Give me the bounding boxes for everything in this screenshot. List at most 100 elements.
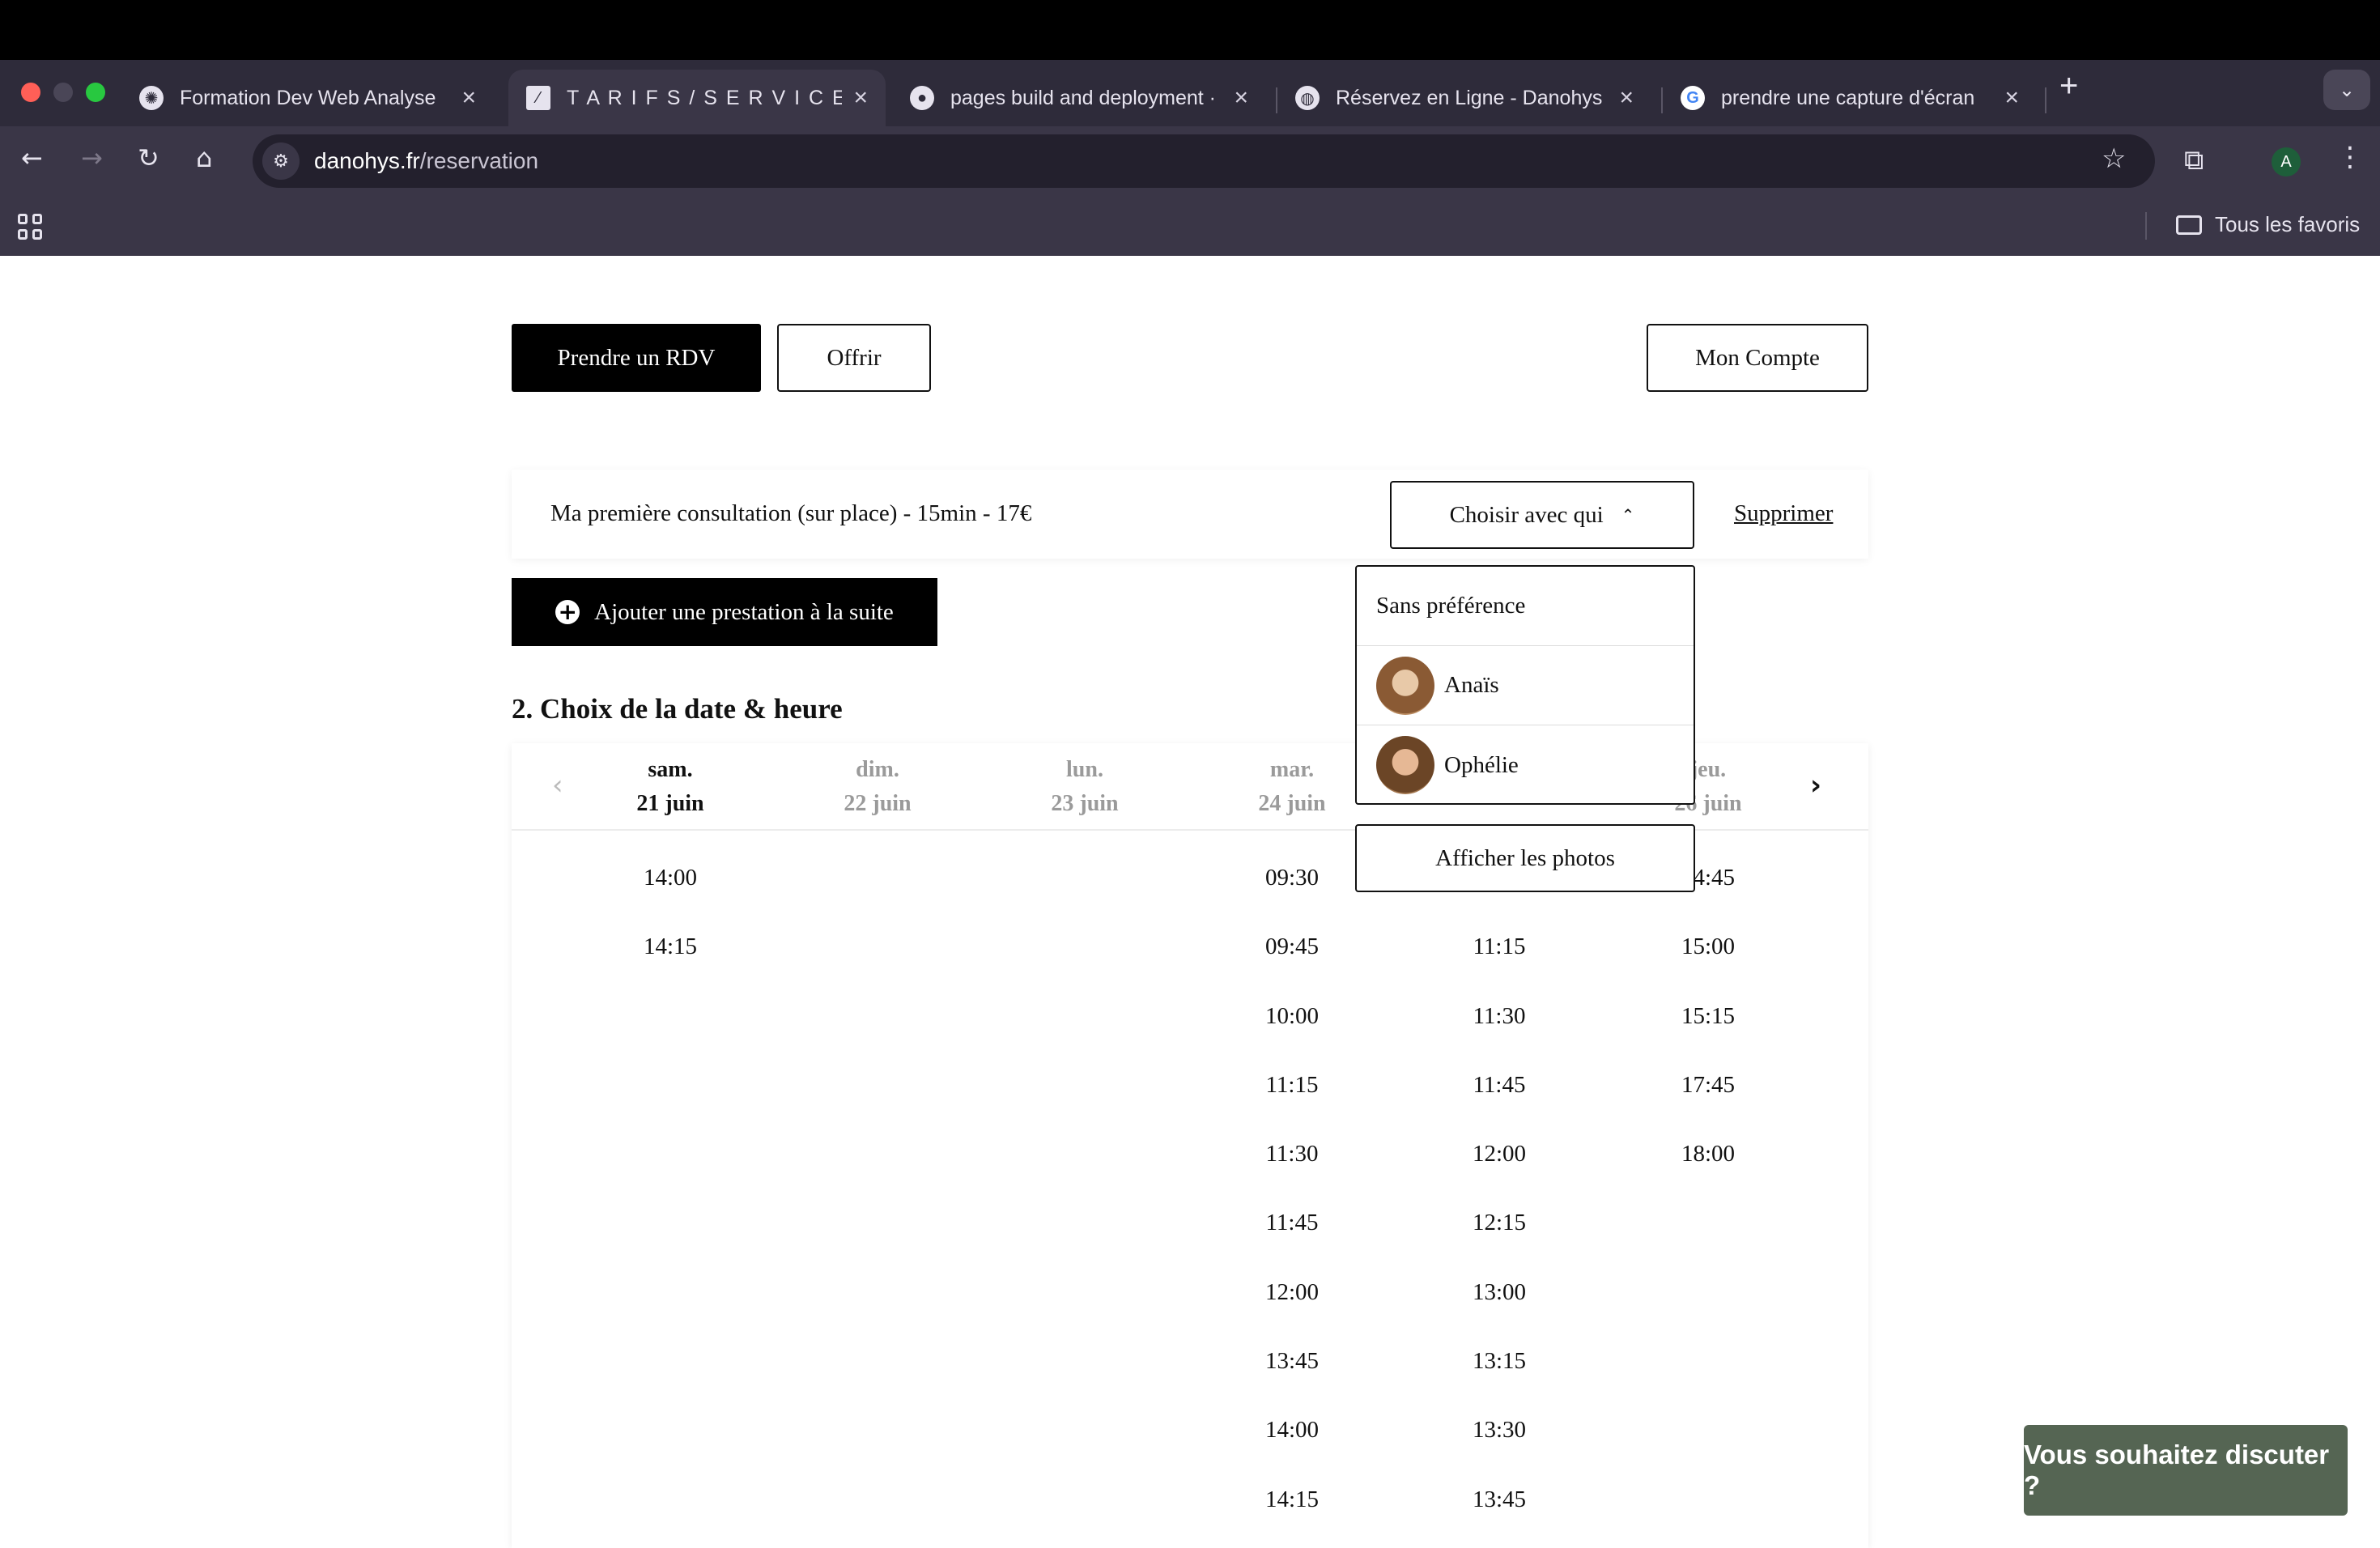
- tab-google[interactable]: G prendre une capture d'écran ×: [1663, 70, 2037, 126]
- day-date: 22 juin: [844, 791, 912, 816]
- minimize-window-button[interactable]: [53, 83, 73, 102]
- zoom-window-button[interactable]: [86, 83, 105, 102]
- add-service-label: Ajouter une prestation à la suite: [594, 598, 894, 625]
- tab-pages-build[interactable]: ● pages build and deployment · ×: [892, 70, 1266, 126]
- time-slot[interactable]: 11:15: [1434, 933, 1564, 1002]
- close-icon[interactable]: ×: [2004, 84, 2019, 112]
- time-slot[interactable]: 11:15: [1227, 1072, 1357, 1141]
- bookmarks-bar: [0, 196, 2380, 256]
- tab-tarifs[interactable]: ⁄ T A R I F S / S E R V I C E S | D ×: [508, 70, 886, 126]
- close-icon[interactable]: ×: [461, 84, 476, 112]
- day-date: 23 juin: [1051, 791, 1119, 816]
- slot-column: 14:00 14:15: [606, 865, 735, 1003]
- time-slot[interactable]: 11:30: [1434, 1003, 1564, 1072]
- profile-avatar[interactable]: A: [2272, 147, 2301, 176]
- tab-search-icon[interactable]: ⌄: [2323, 70, 2370, 110]
- choose-staff-select[interactable]: Choisir avec qui ⌃: [1390, 481, 1694, 549]
- globe-icon: ◍: [1295, 86, 1320, 110]
- extensions-icon[interactable]: ⧉: [2184, 144, 2204, 176]
- tab-separator: [2045, 87, 2046, 113]
- time-slot[interactable]: 11:45: [1434, 1072, 1564, 1141]
- gift-button[interactable]: Offrir: [777, 324, 931, 392]
- time-slot[interactable]: 13:15: [1434, 1348, 1564, 1417]
- address-bar[interactable]: ⚙ danohys.fr/reservation: [253, 134, 2155, 188]
- service-name: Ma première consultation (sur place) - 1…: [550, 500, 1032, 526]
- chevron-right-icon[interactable]: ›: [1810, 769, 1821, 802]
- close-icon[interactable]: ×: [853, 84, 868, 112]
- tab-formation[interactable]: ✺ Formation Dev Web Analyse ×: [121, 70, 494, 126]
- chevron-up-icon: ⌃: [1621, 505, 1635, 525]
- my-account-button[interactable]: Mon Compte: [1647, 324, 1868, 392]
- new-tab-icon[interactable]: +: [2059, 68, 2078, 104]
- chat-button[interactable]: Vous souhaitez discuter ?: [2024, 1425, 2348, 1516]
- slot-column: 14:45 15:00 15:15 17:45 18:00: [1643, 865, 1773, 1210]
- google-icon: G: [1681, 86, 1705, 110]
- site-settings-icon[interactable]: ⚙: [262, 142, 300, 180]
- url-text: danohys.fr/reservation: [314, 148, 539, 173]
- option-no-preference[interactable]: Sans préférence: [1357, 567, 1694, 646]
- home-icon[interactable]: ⌂: [196, 142, 212, 173]
- openai-icon: ✺: [139, 86, 164, 110]
- time-slot[interactable]: 14:00: [1227, 1417, 1357, 1486]
- time-slot[interactable]: 15:00: [1643, 933, 1773, 1002]
- time-slot[interactable]: 12:00: [1434, 1141, 1564, 1210]
- calendar-day[interactable]: sam. 21 juin: [606, 753, 735, 821]
- time-slot[interactable]: 12:15: [1434, 1210, 1564, 1278]
- day-date: 21 juin: [636, 791, 704, 816]
- time-slot[interactable]: 15:15: [1643, 1003, 1773, 1072]
- time-slot[interactable]: 11:45: [1227, 1210, 1357, 1278]
- folder-label: Tous les favoris: [2215, 212, 2361, 236]
- apps-grid-icon[interactable]: [18, 214, 44, 240]
- calendar-day[interactable]: mar. 24 juin: [1227, 753, 1357, 821]
- calendar-day[interactable]: lun. 23 juin: [1020, 753, 1150, 821]
- close-icon[interactable]: ×: [1234, 84, 1248, 112]
- folder-icon: [2176, 215, 2202, 235]
- back-icon[interactable]: ←: [21, 142, 43, 173]
- time-slot[interactable]: 14:00: [606, 865, 735, 933]
- tab-title: Formation Dev Web Analyse: [180, 86, 436, 109]
- option-label: Ophélie: [1444, 751, 1519, 778]
- tab-reservez[interactable]: ◍ Réservez en Ligne - Danohys ×: [1277, 70, 1651, 126]
- time-slot[interactable]: 12:00: [1227, 1279, 1357, 1348]
- option-ophelie[interactable]: Ophélie: [1357, 725, 1694, 805]
- all-bookmarks-folder[interactable]: Tous les favoris: [2176, 212, 2360, 237]
- time-slot[interactable]: 13:00: [1434, 1279, 1564, 1348]
- time-slot[interactable]: 17:45: [1643, 1072, 1773, 1141]
- plus-circle-icon: +: [555, 600, 580, 624]
- close-icon[interactable]: ×: [1619, 84, 1634, 112]
- chevron-left-icon[interactable]: ‹: [552, 769, 563, 802]
- github-icon: ●: [910, 86, 934, 110]
- option-label: Anaïs: [1444, 672, 1499, 698]
- take-appointment-button[interactable]: Prendre un RDV: [512, 324, 761, 392]
- time-slot[interactable]: 10:00: [1227, 1003, 1357, 1072]
- day-weekday: mar.: [1269, 757, 1315, 782]
- forward-icon[interactable]: →: [81, 142, 103, 173]
- time-slot[interactable]: 13:45: [1434, 1486, 1564, 1548]
- time-slot[interactable]: 13:45: [1227, 1348, 1357, 1417]
- avatar: [1376, 656, 1434, 715]
- top-black-bar: [0, 0, 2380, 60]
- brand-icon: ⁄: [526, 86, 550, 110]
- reload-icon[interactable]: ↻: [138, 142, 159, 173]
- time-slot[interactable]: 18:00: [1643, 1141, 1773, 1210]
- time-slot[interactable]: 14:15: [1227, 1486, 1357, 1548]
- show-photos-button[interactable]: Afficher les photos: [1355, 824, 1695, 892]
- add-service-button[interactable]: + Ajouter une prestation à la suite: [512, 578, 937, 646]
- browser-menu-icon[interactable]: ⋮: [2336, 141, 2364, 173]
- bookmark-star-icon[interactable]: ☆: [2102, 142, 2126, 175]
- day-weekday: lun.: [1066, 757, 1103, 782]
- bookmarks-separator: [2145, 212, 2147, 240]
- slot-column: 11:15 11:30 11:45 12:00 12:15 13:00 13:15 13:30…: [1434, 865, 1564, 1548]
- close-window-button[interactable]: [21, 83, 40, 102]
- time-slot[interactable]: 14:15: [606, 933, 735, 1002]
- date-time-title: 2. Choix de la date & heure: [512, 693, 843, 725]
- day-date: 24 juin: [1258, 791, 1326, 816]
- time-slot[interactable]: 09:45: [1227, 933, 1357, 1002]
- time-slot[interactable]: 13:30: [1434, 1417, 1564, 1486]
- calendar-day[interactable]: dim. 22 juin: [813, 753, 942, 821]
- time-slot[interactable]: 09:30: [1227, 865, 1357, 933]
- day-weekday: sam.: [648, 757, 693, 782]
- time-slot[interactable]: 11:30: [1227, 1141, 1357, 1210]
- option-anais[interactable]: Anaïs: [1357, 646, 1694, 725]
- delete-service-link[interactable]: Supprimer: [1734, 500, 1833, 527]
